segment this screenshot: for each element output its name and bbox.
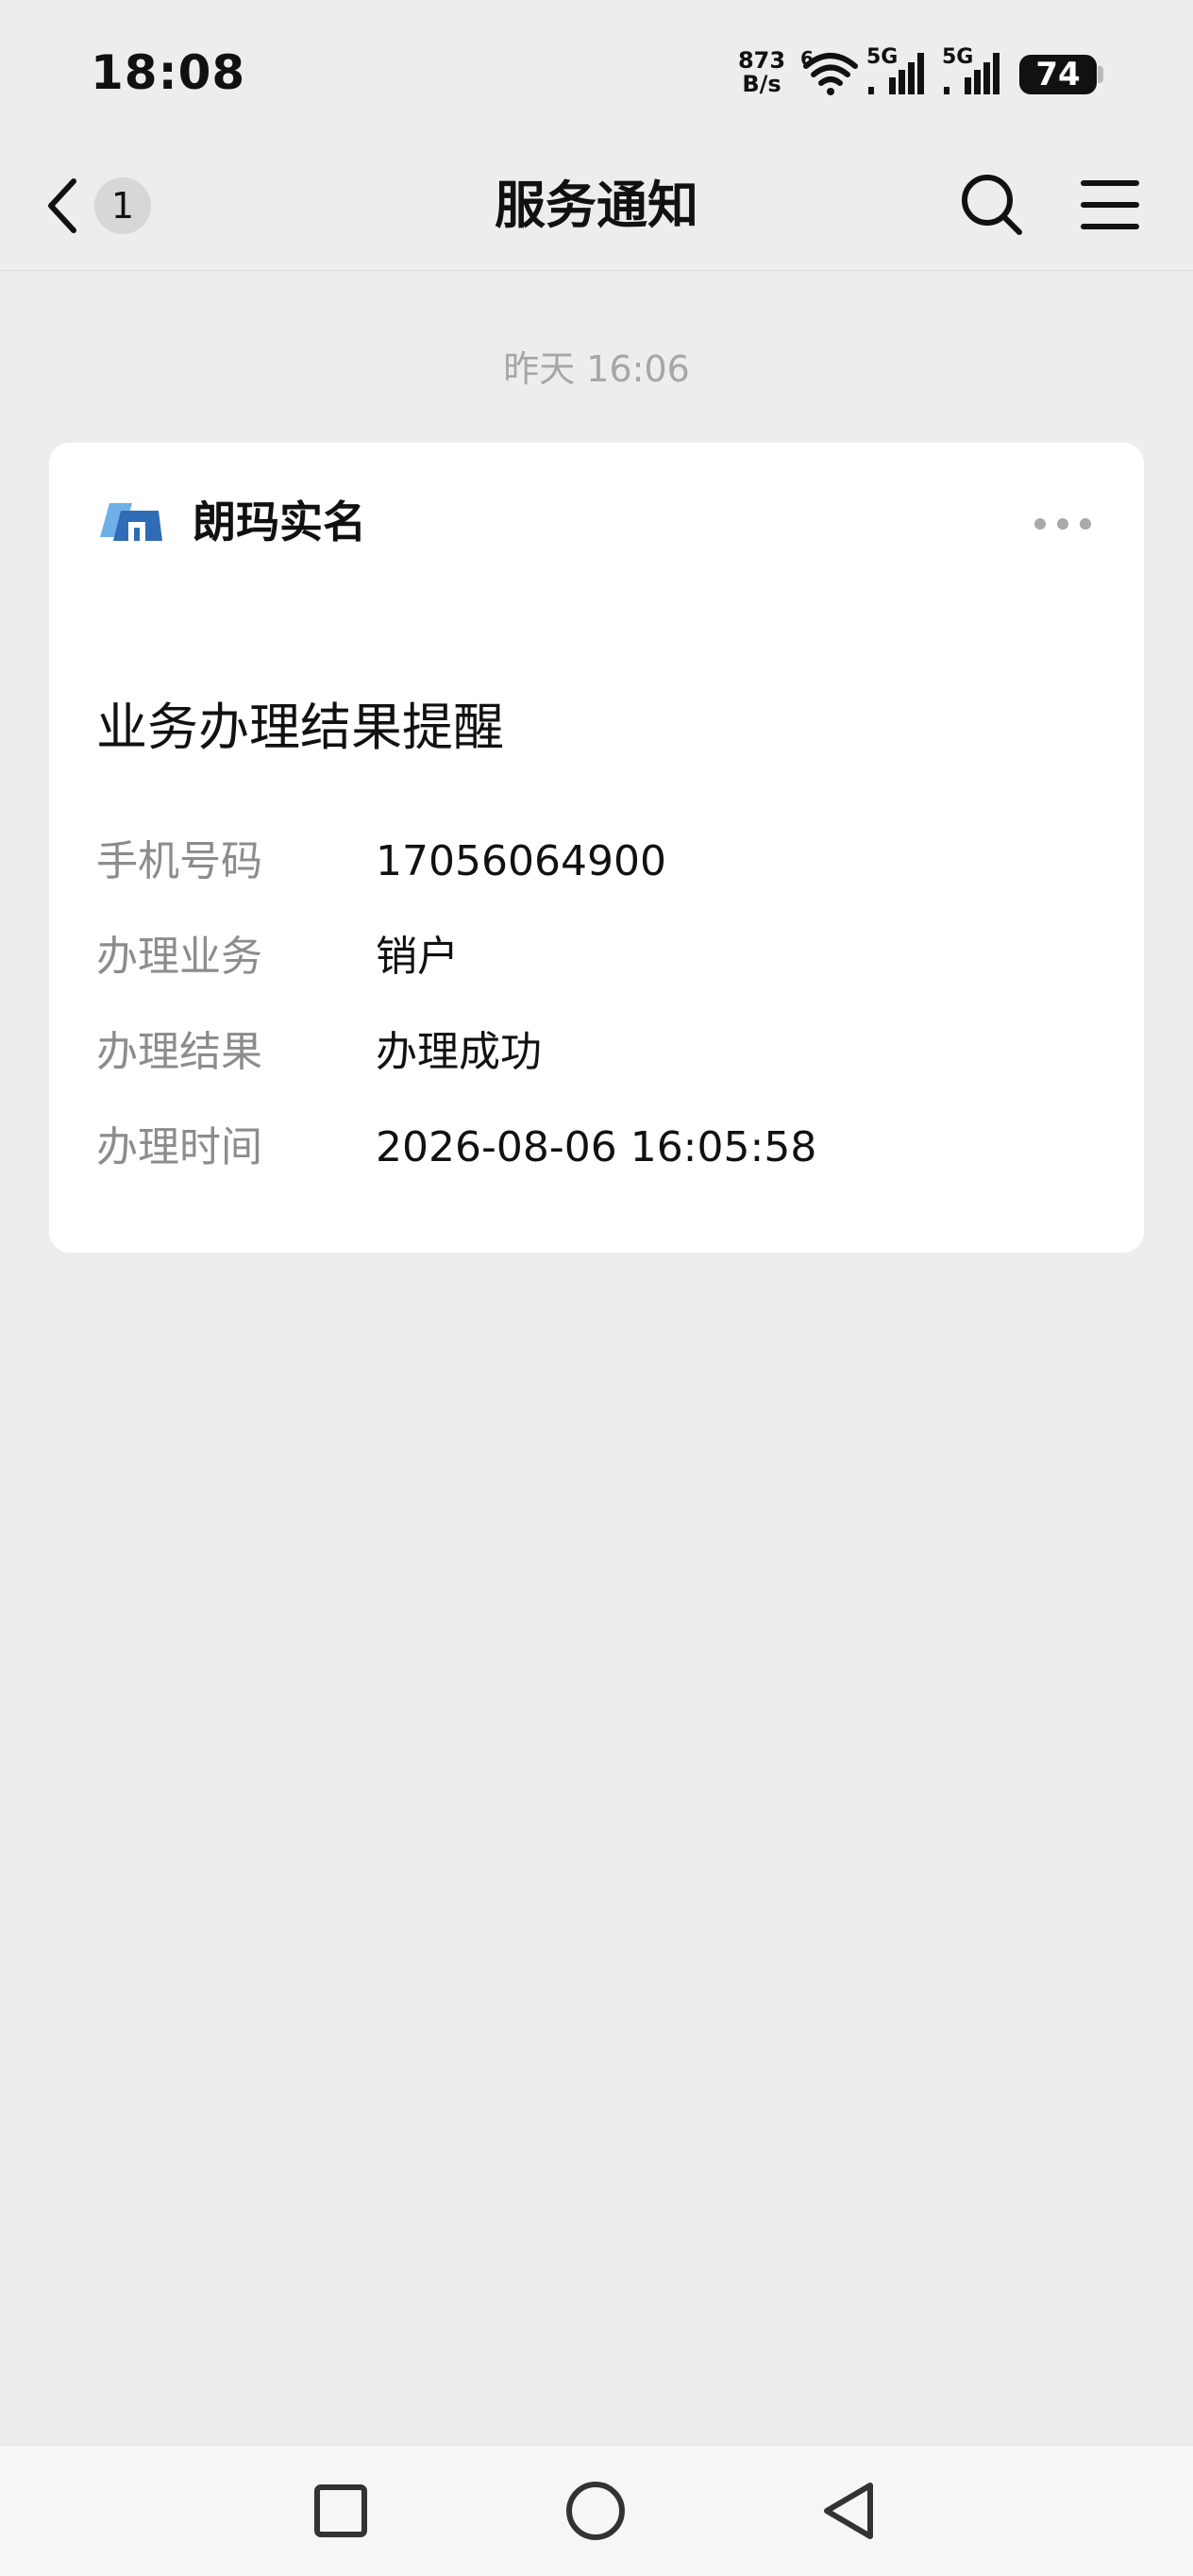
search-icon: [962, 175, 1022, 235]
square-icon: [314, 2484, 367, 2537]
message-timestamp: 昨天 16:06: [503, 348, 690, 390]
circle-icon: [566, 2482, 625, 2540]
menu-button[interactable]: [1080, 172, 1140, 238]
recent-apps-button[interactable]: [308, 2478, 374, 2544]
wifi-tag: 6: [800, 47, 814, 70]
battery-tip: [1098, 66, 1103, 83]
brand-logo: [100, 497, 162, 545]
status-bar: 18:08 873 B/s 6 5G 5G 74: [0, 0, 1193, 142]
nav-bar: 1 服务通知: [0, 142, 1193, 271]
network-speed-unit: B/s: [742, 71, 781, 97]
dot-icon: [1057, 518, 1068, 530]
info-value: 办理成功: [376, 1028, 542, 1076]
dot-icon: [1080, 518, 1091, 530]
notification-card[interactable]: 朗玛实名 业务办理结果提醒 手机号码 17056064900 办理业务 销户 办…: [49, 443, 1144, 1253]
menu-icon: [1081, 180, 1139, 229]
sim2-label: 5G: [942, 45, 974, 69]
info-value: 销户: [376, 933, 459, 981]
info-value: 17056064900: [376, 837, 666, 885]
brand-name: 朗玛实名: [193, 497, 366, 547]
more-options-button[interactable]: [1034, 516, 1093, 531]
signal-sim1-icon: 5G: [866, 45, 929, 100]
info-label: 办理业务: [96, 933, 262, 981]
battery-icon: 74: [1019, 55, 1097, 94]
wifi-icon: 6: [800, 47, 861, 100]
sim1-label: 5G: [866, 45, 899, 69]
info-label: 办理结果: [96, 1028, 262, 1076]
home-button[interactable]: [563, 2478, 629, 2544]
system-nav-bar: [0, 2445, 1193, 2576]
info-label: 手机号码: [96, 837, 262, 885]
info-label: 办理时间: [96, 1123, 262, 1171]
status-time: 18:08: [91, 45, 246, 100]
network-speed-value: 873: [737, 47, 786, 74]
system-back-button[interactable]: [817, 2478, 883, 2544]
network-speed: 873 B/s: [736, 49, 787, 96]
signal-sim2-icon: 5G: [942, 45, 1004, 100]
info-value: 2026-08-06 16:05:58: [376, 1123, 817, 1171]
notification-title: 业务办理结果提醒: [96, 698, 504, 757]
triangle-back-icon: [824, 2483, 873, 2539]
dot-icon: [1034, 518, 1046, 530]
search-button[interactable]: [959, 172, 1025, 238]
battery-level: 74: [1035, 56, 1081, 93]
